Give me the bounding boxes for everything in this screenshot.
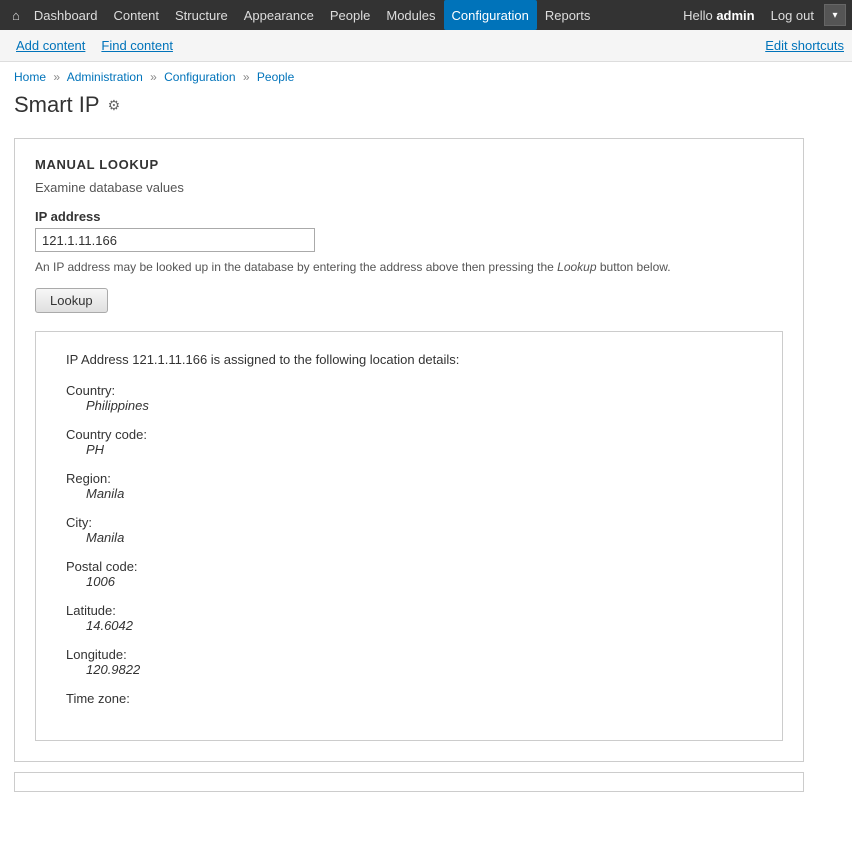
region-value: Manila	[86, 486, 752, 501]
result-row-region: Region: Manila	[66, 471, 752, 501]
country-label: Country:	[66, 383, 115, 398]
settings-icon[interactable]: ⚙	[108, 97, 121, 114]
latitude-value: 14.6042	[86, 618, 752, 633]
nav-item-dashboard[interactable]: Dashboard	[26, 0, 106, 30]
breadcrumb-administration[interactable]: Administration	[67, 70, 143, 84]
nav-item-reports[interactable]: Reports	[537, 0, 599, 30]
breadcrumb-sep-2: »	[150, 70, 157, 84]
panel-heading: MANUAL LOOKUP	[35, 157, 783, 172]
country-value: Philippines	[86, 398, 752, 413]
result-row-city: City: Manila	[66, 515, 752, 545]
manual-lookup-panel: MANUAL LOOKUP Examine database values IP…	[14, 138, 804, 762]
nav-item-structure[interactable]: Structure	[167, 0, 236, 30]
panel-subtitle: Examine database values	[35, 180, 783, 195]
add-content-link[interactable]: Add content	[8, 30, 93, 62]
bottom-panel	[14, 772, 804, 792]
nav-item-appearance[interactable]: Appearance	[236, 0, 322, 30]
page-title-bar: Smart IP ⚙	[0, 88, 852, 128]
main-content: MANUAL LOOKUP Examine database values IP…	[0, 128, 852, 802]
admin-username: admin	[716, 8, 754, 23]
postal-code-label: Postal code:	[66, 559, 138, 574]
longitude-label: Longitude:	[66, 647, 127, 662]
find-content-link[interactable]: Find content	[93, 30, 181, 62]
result-row-postal: Postal code: 1006	[66, 559, 752, 589]
result-row-country-code: Country code: PH	[66, 427, 752, 457]
ip-address-label: IP address	[35, 209, 783, 224]
logout-button[interactable]: Log out	[763, 0, 822, 30]
result-row-country: Country: Philippines	[66, 383, 752, 413]
latitude-label: Latitude:	[66, 603, 116, 618]
result-row-latitude: Latitude: 14.6042	[66, 603, 752, 633]
breadcrumb-people[interactable]: People	[257, 70, 294, 84]
secondary-nav-right: Edit shortcuts	[765, 38, 844, 53]
breadcrumb-home[interactable]: Home	[14, 70, 46, 84]
lookup-button[interactable]: Lookup	[35, 288, 108, 313]
country-code-value: PH	[86, 442, 752, 457]
home-nav-item[interactable]: ⌂	[6, 0, 26, 30]
nav-item-configuration[interactable]: Configuration	[444, 0, 537, 30]
breadcrumb-sep-3: »	[243, 70, 250, 84]
hello-text: Hello admin	[675, 8, 763, 23]
timezone-label: Time zone:	[66, 691, 130, 706]
top-nav-right: Hello admin Log out ▾	[675, 0, 846, 30]
breadcrumb-configuration[interactable]: Configuration	[164, 70, 235, 84]
dropdown-arrow[interactable]: ▾	[824, 4, 846, 26]
lookup-word: Lookup	[557, 260, 596, 274]
page-title: Smart IP	[14, 92, 100, 118]
results-header: IP Address 121.1.11.166 is assigned to t…	[66, 352, 752, 367]
secondary-navigation: Add content Find content Edit shortcuts	[0, 30, 852, 62]
edit-shortcuts-link[interactable]: Edit shortcuts	[765, 38, 844, 53]
result-row-longitude: Longitude: 120.9822	[66, 647, 752, 677]
top-navigation: ⌂ Dashboard Content Structure Appearance…	[0, 0, 852, 30]
postal-code-value: 1006	[86, 574, 752, 589]
city-label: City:	[66, 515, 92, 530]
city-value: Manila	[86, 530, 752, 545]
result-row-timezone: Time zone:	[66, 691, 752, 706]
breadcrumb-sep-1: »	[53, 70, 60, 84]
nav-item-people[interactable]: People	[322, 0, 378, 30]
region-label: Region:	[66, 471, 111, 486]
nav-item-modules[interactable]: Modules	[378, 0, 443, 30]
results-box: IP Address 121.1.11.166 is assigned to t…	[35, 331, 783, 741]
breadcrumb: Home » Administration » Configuration » …	[0, 62, 852, 88]
ip-address-input[interactable]	[35, 228, 315, 252]
country-code-label: Country code:	[66, 427, 147, 442]
help-text: An IP address may be looked up in the da…	[35, 260, 783, 274]
nav-item-content[interactable]: Content	[105, 0, 167, 30]
longitude-value: 120.9822	[86, 662, 752, 677]
